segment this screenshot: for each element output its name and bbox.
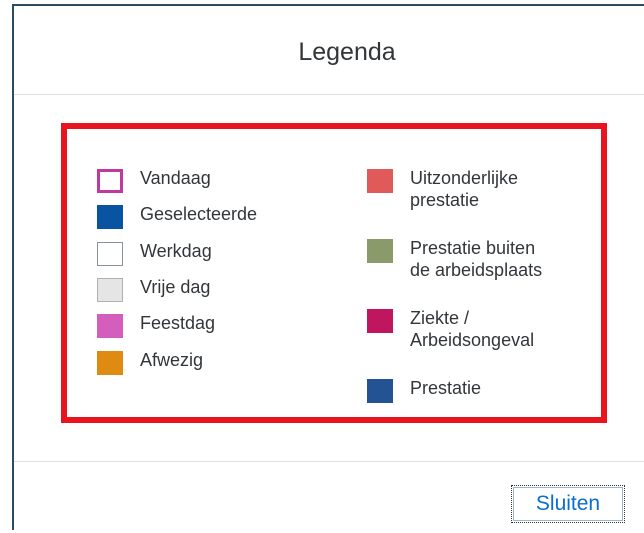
legend-item-label: Werkdag [140,241,212,261]
legend-item: Vandaag [97,167,211,193]
legend-item-label: Vrije dag [140,277,211,297]
legend-label-line: Prestatie buiten [410,238,536,258]
day-off-swatch-icon [97,278,123,302]
legend-item-label: Geselecteerde [140,204,258,224]
dialog-footer: Sluiten [14,461,644,533]
legend-item: Prestatie buiten de arbeidsplaats [367,237,542,281]
legend-item: Afwezig [97,349,203,375]
holiday-swatch-icon [97,314,123,338]
legend-item: Prestatie [367,377,481,403]
dialog-header: Legenda [14,6,644,95]
legend-item-label: Prestatie [410,377,481,399]
legend-label-line: prestatie [410,190,480,210]
legend-label-line: Prestatie [410,378,482,398]
legend-item-label: Afwezig [140,350,204,370]
legend-dialog: Legenda Vandaag Geselecteerde Werkdag Vrije… [12,4,644,530]
selected-swatch-icon [97,205,123,229]
dialog-title: Legenda [298,37,396,66]
today-swatch-icon [97,169,123,193]
legend-label-line: Uitzonderlijke [410,168,519,188]
legend-item: Vrije dag [97,276,210,302]
legend-item: Feestdag [97,312,215,338]
dialog-content: Vandaag Geselecteerde Werkdag Vrije dag Fees… [14,95,644,461]
workday-swatch-icon [97,242,123,266]
legend-item: Uitzonderlijke prestatie [367,167,518,211]
highlight-annotation-box: Vandaag Geselecteerde Werkdag Vrije dag Fees… [61,123,607,423]
legend-label-line: Arbeidsongeval [410,330,535,350]
legend-item: Geselecteerde [97,203,257,229]
legend-label-line: Ziekte / [410,308,470,328]
illness-accident-swatch-icon [367,309,393,333]
legend-item-label: Feestdag [140,313,216,333]
legend-item: Ziekte / Arbeidsongeval [367,307,534,351]
absent-swatch-icon [97,351,123,375]
legend-label-line: de arbeidsplaats [410,260,543,280]
legend-item-label: Ziekte / Arbeidsongeval [410,307,534,351]
legend-item-label: Vandaag [140,168,211,188]
exceptional-performance-swatch-icon [367,169,393,193]
offsite-performance-swatch-icon [367,239,393,263]
close-button[interactable]: Sluiten [511,485,625,523]
legend-item-label: Uitzonderlijke prestatie [410,167,518,211]
legend-item-label: Prestatie buiten de arbeidsplaats [410,237,542,281]
legend-item: Werkdag [97,240,212,266]
performance-swatch-icon [367,379,393,403]
